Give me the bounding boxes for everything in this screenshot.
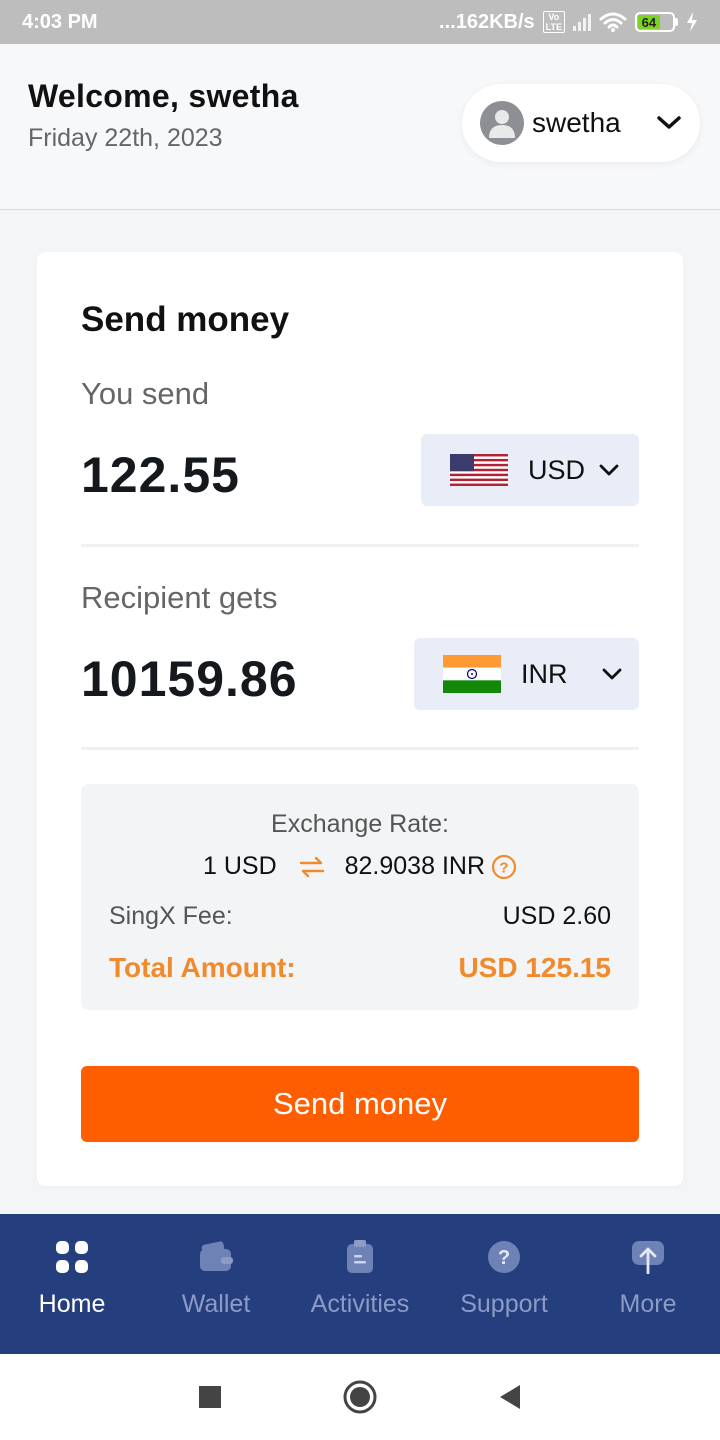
nav-item-wallet[interactable]: Wallet <box>144 1214 288 1354</box>
recipient-gets-label: Recipient gets <box>81 580 278 615</box>
send-currency-select[interactable]: USD <box>421 434 639 506</box>
card-title: Send money <box>81 300 290 339</box>
nav-item-more[interactable]: More <box>576 1214 720 1354</box>
divider <box>81 747 639 750</box>
exchange-rate-line: 1 USD 82.9038 INR ? <box>81 852 639 881</box>
recents-button[interactable] <box>135 1386 285 1408</box>
help-icon[interactable]: ? <box>491 854 517 880</box>
svg-text:?: ? <box>498 1247 510 1269</box>
nav-label-home: Home <box>38 1290 106 1318</box>
wallet-icon <box>199 1238 233 1276</box>
fee-value: USD 2.60 <box>502 902 611 930</box>
rate-from: 1 USD <box>202 852 277 880</box>
system-nav-bar <box>0 1354 720 1440</box>
exchange-rate-label: Exchange Rate: <box>271 810 449 838</box>
you-send-label: You send <box>81 376 210 411</box>
divider <box>81 544 639 547</box>
nav-item-support[interactable]: ? Support <box>432 1214 576 1354</box>
nav-label-activities: Activities <box>310 1290 410 1318</box>
circle-icon <box>343 1380 377 1414</box>
bottom-nav: Home Wallet Activities ? Support More <box>0 1214 720 1354</box>
recipient-currency-select[interactable]: INR <box>414 638 639 710</box>
user-name: swetha <box>532 107 621 138</box>
user-icon <box>489 110 515 138</box>
chevron-down-icon <box>599 464 619 476</box>
nav-item-home[interactable]: Home <box>0 1214 144 1354</box>
swap-arrows-icon <box>299 856 324 877</box>
status-icons: ...162KB/s Vo LTE 64 <box>439 11 698 34</box>
charging-icon <box>687 12 697 32</box>
home-button[interactable] <box>285 1380 435 1414</box>
upload-icon <box>631 1238 665 1276</box>
chevron-down-icon <box>602 668 621 680</box>
clipboard-icon <box>346 1238 374 1276</box>
help-circle-icon: ? <box>487 1238 521 1276</box>
back-button[interactable] <box>435 1384 585 1410</box>
india-flag-icon <box>443 655 501 693</box>
fee-label: SingX Fee: <box>109 902 233 930</box>
square-icon <box>199 1386 221 1408</box>
date-text: Friday 22th, 2023 <box>28 124 223 152</box>
send-money-card: Send money You send 122.55 USD Recipient… <box>37 252 683 1186</box>
total-amount-label: Total Amount: <box>109 952 296 983</box>
network-speed: ...162KB/s <box>439 10 535 33</box>
nav-label-more: More <box>619 1290 677 1318</box>
nav-label-wallet: Wallet <box>181 1290 251 1318</box>
user-menu-button[interactable]: swetha <box>462 84 700 162</box>
nav-item-activities[interactable]: Activities <box>288 1214 432 1354</box>
you-send-amount[interactable]: 122.55 <box>81 446 240 504</box>
svg-text:?: ? <box>499 859 508 876</box>
exchange-rate-panel: Exchange Rate: 1 USD 82.9038 INR ? SingX… <box>81 784 639 1010</box>
send-money-button[interactable]: Send money <box>81 1066 639 1142</box>
volte-icon: Vo LTE <box>542 11 565 33</box>
recipient-currency-code: INR <box>521 658 568 689</box>
signal-icon <box>573 13 591 31</box>
app-header: Welcome, swetha Friday 22th, 2023 swetha <box>0 44 720 210</box>
back-triangle-icon <box>500 1385 520 1409</box>
nav-label-support: Support <box>460 1290 548 1318</box>
recipient-amount[interactable]: 10159.86 <box>81 650 298 708</box>
wifi-icon <box>599 12 627 32</box>
status-bar: 4:03 PM ...162KB/s Vo LTE 64 <box>0 0 720 44</box>
status-time: 4:03 PM <box>22 10 98 33</box>
rate-to: 82.9038 INR <box>344 852 485 880</box>
welcome-text: Welcome, swetha <box>28 78 299 114</box>
chevron-down-icon <box>657 116 681 129</box>
avatar <box>480 101 524 145</box>
grid-icon <box>55 1238 89 1276</box>
battery-icon: 64 <box>635 12 678 32</box>
send-currency-code: USD <box>528 454 586 485</box>
us-flag-icon <box>450 454 508 486</box>
total-amount-value: USD 125.15 <box>458 952 611 983</box>
